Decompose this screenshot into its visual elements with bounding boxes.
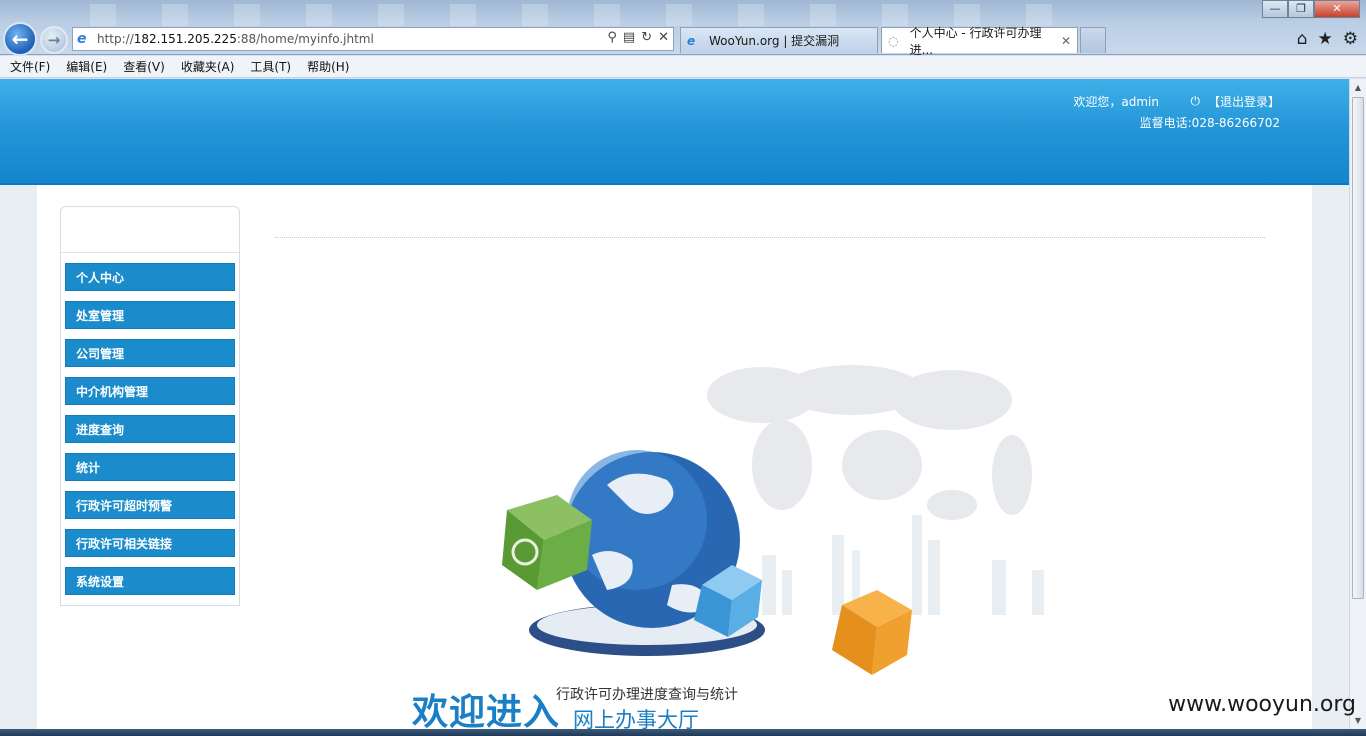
- sidebar-item-company-management[interactable]: 公司管理: [65, 339, 235, 367]
- world-map-image: [707, 365, 1032, 520]
- site-header: 欢迎您，admin ⏻ 【退出登录】 监督电话:028-86266702: [0, 79, 1349, 185]
- city-skyline-image: [762, 515, 1044, 615]
- watermark-text: www.wooyun.org: [1168, 692, 1356, 717]
- menu-tools[interactable]: 工具(T): [250, 58, 291, 75]
- address-bar[interactable]: e http://182.151.205.225:88/home/myinfo.…: [72, 27, 674, 51]
- power-icon: ⏻: [1190, 94, 1200, 108]
- stop-icon[interactable]: ✕: [658, 30, 669, 45]
- sidebar-menu: 个人中心 处室管理 公司管理 中介机构管理 进度查询 统计 行政许可超时预警 行…: [61, 253, 239, 595]
- welcome-text: 欢迎您，admin: [1073, 95, 1159, 109]
- logout-label: 【退出登录】: [1207, 95, 1280, 109]
- page-scrollbar[interactable]: ▲ ▼: [1349, 79, 1366, 729]
- tab-label: 个人中心 - 行政许可办理进...: [909, 25, 1042, 57]
- address-url[interactable]: http://182.151.205.225:88/home/myinfo.jh…: [97, 32, 374, 46]
- arrow-left-icon: ←: [11, 27, 29, 51]
- url-host: 182.151.205.225: [133, 32, 237, 46]
- scroll-up-icon[interactable]: ▲: [1350, 79, 1366, 96]
- new-tab-button[interactable]: [1080, 27, 1106, 53]
- minimize-button[interactable]: —: [1262, 0, 1288, 18]
- sidebar-item-statistics[interactable]: 统计: [65, 453, 235, 481]
- sidebar-item-progress-query[interactable]: 进度查询: [65, 415, 235, 443]
- restore-button[interactable]: ❐: [1288, 0, 1314, 18]
- logout-link[interactable]: ⏻ 【退出登录】: [1190, 93, 1280, 110]
- tab-personal-center[interactable]: ◌ 个人中心 - 行政许可办理进... ✕: [881, 26, 1078, 57]
- ie-page-icon: e: [77, 31, 87, 47]
- menu-file[interactable]: 文件(F): [10, 58, 50, 75]
- window-controls: — ❐ ✕: [1262, 0, 1360, 18]
- close-window-button[interactable]: ✕: [1314, 0, 1360, 18]
- scroll-thumb[interactable]: [1352, 97, 1364, 599]
- sidebar-item-system-settings[interactable]: 系统设置: [65, 567, 235, 595]
- back-button[interactable]: ←: [3, 22, 37, 56]
- sidebar-item-personal-center[interactable]: 个人中心: [65, 263, 235, 291]
- url-path: :88/home/myinfo.jhtml: [236, 32, 374, 46]
- compat-view-icon[interactable]: ▤: [623, 30, 635, 45]
- tab-label: WooYun.org | 提交漏洞: [709, 34, 840, 48]
- loading-icon: ◌: [888, 33, 899, 48]
- menu-favorites[interactable]: 收藏夹(A): [181, 58, 235, 75]
- refresh-icon[interactable]: ↻: [641, 30, 652, 45]
- page-viewport: 欢迎您，admin ⏻ 【退出登录】 监督电话:028-86266702 个人中…: [0, 79, 1349, 729]
- ie-tab-icon: e: [687, 33, 696, 48]
- search-icon[interactable]: ⚲: [607, 30, 617, 45]
- sidebar-header: [61, 207, 239, 253]
- os-taskbar: [0, 729, 1366, 736]
- sidebar-item-office-management[interactable]: 处室管理: [65, 301, 235, 329]
- forward-button[interactable]: →: [40, 26, 68, 54]
- welcome-illustration: [502, 365, 1044, 675]
- sidebar: 个人中心 处室管理 公司管理 中介机构管理 进度查询 统计 行政许可超时预警 行…: [60, 206, 240, 606]
- url-prefix: http://: [97, 32, 134, 46]
- menu-view[interactable]: 查看(V): [123, 58, 165, 75]
- content-divider: [275, 237, 1265, 238]
- tab-close-icon[interactable]: ✕: [1061, 34, 1071, 48]
- sidebar-item-timeout-warning[interactable]: 行政许可超时预警: [65, 491, 235, 519]
- menu-help[interactable]: 帮助(H): [307, 58, 349, 75]
- tab-wooyun[interactable]: e WooYun.org | 提交漏洞: [680, 27, 878, 53]
- browser-right-icons: ⌂ ★ ⚙: [1297, 29, 1358, 49]
- gear-icon[interactable]: ⚙: [1343, 29, 1358, 49]
- banner-hall-title: 网上办事大厅: [573, 708, 699, 729]
- banner-title: 欢迎进入: [412, 692, 561, 729]
- sidebar-item-agency-management[interactable]: 中介机构管理: [65, 377, 235, 405]
- menu-bar: 文件(F) 编辑(E) 查看(V) 收藏夹(A) 工具(T) 帮助(H): [0, 56, 1366, 78]
- sidebar-item-related-links[interactable]: 行政许可相关链接: [65, 529, 235, 557]
- menu-edit[interactable]: 编辑(E): [66, 58, 107, 75]
- arrow-right-icon: →: [47, 31, 61, 49]
- home-icon[interactable]: ⌂: [1297, 29, 1308, 49]
- main-content: 个人中心 处室管理 公司管理 中介机构管理 进度查询 统计 行政许可超时预警 行…: [37, 185, 1312, 729]
- favorites-star-icon[interactable]: ★: [1318, 29, 1333, 49]
- banner-subtitle: 行政许可办理进度查询与统计: [556, 687, 738, 703]
- hotline-text: 监督电话:028-86266702: [1139, 116, 1280, 130]
- address-tools: ⚲ ▤ ↻ ✕: [607, 30, 669, 45]
